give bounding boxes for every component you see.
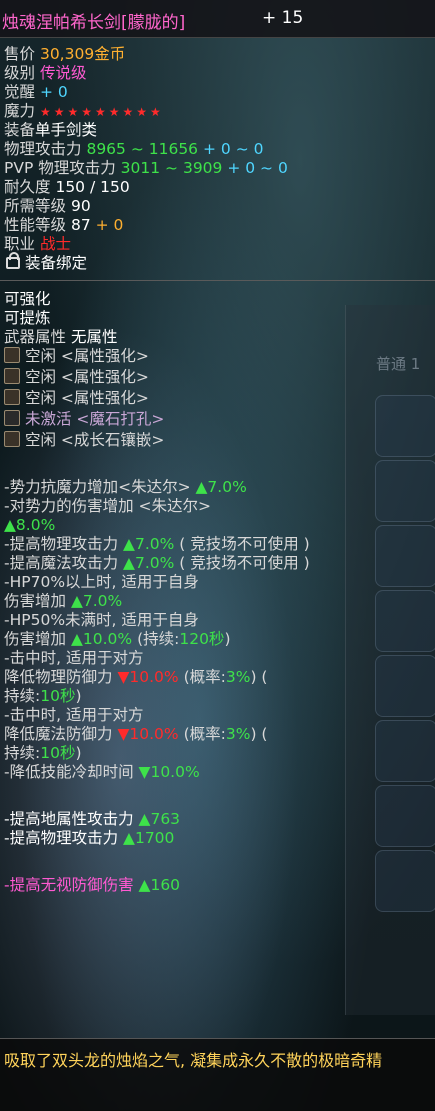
can-enhance: 可强化 [4,290,51,308]
weapon-attr-row: 武器属性 无属性 [4,328,118,346]
socket-icon [4,410,20,426]
effect-line: 持续:10秒) [4,744,82,762]
patk-row: 物理攻击力 8965 ~ 11656 + 0 ~ 0 [4,140,264,158]
effect-line: -提高无视防御伤害 ▲160 [4,876,181,894]
effect-line: -提高地属性攻击力 ▲763 [4,810,181,828]
slot-row: 未激活 <魔石打孔> [4,410,164,429]
magic-row: 魔力 ★★★★★★★★★ [4,102,164,120]
item-title-bar: 烛魂涅帕希长剑[朦胧的] + 15 [0,0,435,38]
effect-line: -提高物理攻击力 ▲1700 [4,829,175,847]
item-tooltip: 烛魂涅帕希长剑[朦胧的] + 15 售价 30,309金币 级别 传说级 觉醒 … [0,0,435,1111]
effect-line: 伤害增加 ▲7.0% [4,592,123,610]
grade-value: 传说级 [39,64,87,82]
can-refine: 可提炼 [4,309,51,327]
effect-line: -对势力的伤害增加 <朱达尔> [4,497,211,515]
slot-row: 空闲 <属性强化> [4,389,149,408]
price-value: 30,309金币 [39,45,126,63]
lock-icon [6,252,20,269]
perf-level-row: 性能等级 87 + 0 [4,216,124,234]
equip-row: 装备单手剑类 [4,121,98,139]
grade-row: 级别 传说级 [4,64,87,82]
slot-row: 空闲 <属性强化> [4,347,149,366]
effect-line: -HP50%未满时, 适用于自身 [4,611,199,629]
effect-line: -提高魔法攻击力 ▲7.0% ( 竞技场不可使用 ) [4,554,310,572]
slot-icon [4,347,20,363]
effect-line: -降低技能冷却时间 ▼10.0% [4,763,200,781]
slot-icon [4,431,20,447]
durability-row: 耐久度 150 / 150 [4,178,130,196]
item-description: 吸取了双头龙的烛焰之气, 凝集成永久不散的极暗奇精 [0,1038,435,1111]
effect-line: 降低魔法防御力 ▼10.0% (概率:3%) ( [4,725,268,743]
divider [0,280,435,281]
effect-line: 降低物理防御力 ▼10.0% (概率:3%) ( [4,668,268,686]
slot-row: 空闲 <属性强化> [4,368,149,387]
effect-line: -HP70%以上时, 适用于自身 [4,573,199,591]
price-row: 售价 30,309金币 [4,45,126,63]
pvp-row: PVP 物理攻击力 3011 ~ 3909 + 0 ~ 0 [4,159,288,177]
req-level-row: 所需等级 90 [4,197,91,215]
slot-icon [4,368,20,384]
awaken-row: 觉醒 + 0 [4,83,68,101]
effect-line: -提高物理攻击力 ▲7.0% ( 竞技场不可使用 ) [4,535,310,553]
bind-row: 装备绑定 [4,252,87,273]
slot-icon [4,389,20,405]
effect-line: -击中时, 适用于对方 [4,649,144,667]
magic-stars: ★★★★★★★★★ [39,105,164,119]
enhance-level: + 15 [262,8,304,28]
effect-line: ▲8.0% [4,516,56,534]
item-name: 烛魂涅帕希长剑[朦胧的] [2,13,186,33]
effect-line: 持续:10秒) [4,687,82,705]
effect-line: 伤害增加 ▲10.0% (持续:120秒) [4,630,231,648]
effect-line: -势力抗魔力增加<朱达尔> ▲7.0% [4,478,247,496]
effect-line: -击中时, 适用于对方 [4,706,144,724]
slot-row: 空闲 <成长石镶嵌> [4,431,164,450]
description-text: 吸取了双头龙的烛焰之气, 凝集成永久不散的极暗奇精 [4,1051,383,1070]
